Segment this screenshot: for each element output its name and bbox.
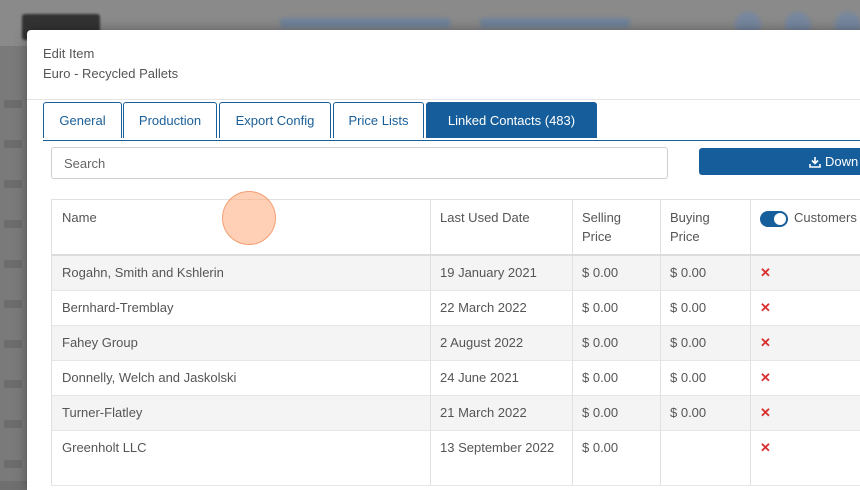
cell-name: Rogahn, Smith and Kshlerin [62,265,224,280]
table-row[interactable]: Turner-Flatley 21 March 2022 $ 0.00 $ 0.00 ✕ [51,396,860,431]
cell-last-used-date: 21 March 2022 [440,405,527,420]
tab-production[interactable]: Production [123,102,217,138]
remove-icon[interactable]: ✕ [750,291,810,324]
edit-item-modal: Edit Item Euro - Recycled Pallets Genera… [27,30,860,490]
header-customers: Customers [750,200,860,254]
background-row [4,380,22,388]
cell-buying-price: $ 0.00 [670,370,707,385]
download-button[interactable]: Down [699,148,860,175]
cell-name: Donnelly, Welch and Jaskolski [62,370,237,385]
remove-icon[interactable]: ✕ [750,361,810,394]
cell-last-used-date: 22 March 2022 [440,300,527,315]
cell-selling-price: $ 0.00 [582,405,619,420]
header-buying-price[interactable]: Buying Price [660,200,740,254]
cell-name: Greenholt LLC [62,440,147,455]
cell-selling-price: $ 0.00 [582,300,619,315]
remove-icon[interactable]: ✕ [750,431,810,464]
table-header: Name Last Used Date Selling Price Buying… [51,200,860,256]
background-row [4,460,22,468]
click-indicator [222,191,276,245]
cell-buying-price: $ 0.00 [670,405,707,420]
cell-selling-price: $ 0.00 [582,335,619,350]
cell-selling-price: $ 0.00 [582,265,619,280]
background-row [4,180,22,188]
cell-name: Fahey Group [62,335,138,350]
cell-buying-price [660,431,750,445]
cell-selling-price: $ 0.00 [582,440,619,455]
table-body: Rogahn, Smith and Kshlerin 19 January 202… [51,256,860,486]
remove-icon[interactable]: ✕ [750,326,810,359]
table-row[interactable]: Donnelly, Welch and Jaskolski 24 June 202… [51,361,860,396]
background-link [280,18,450,28]
cell-last-used-date: 2 August 2022 [440,335,524,350]
tab-general[interactable]: General [43,102,122,138]
table-row[interactable]: Greenholt LLC 13 September 2022 $ 0.00 ✕ [51,431,860,486]
background-row [4,260,22,268]
table-row[interactable]: Rogahn, Smith and Kshlerin 19 January 202… [51,256,860,291]
background-link [480,18,630,28]
search-input[interactable] [51,147,668,179]
customers-toggle[interactable] [760,210,788,227]
cell-buying-price: $ 0.00 [670,300,707,315]
cell-last-used-date: 19 January 2021 [440,265,537,280]
header-selling-price[interactable]: Selling Price [572,200,650,254]
remove-icon[interactable]: ✕ [750,256,810,289]
linked-contacts-table: Name Last Used Date Selling Price Buying… [51,199,860,486]
customers-label: Customers [794,210,857,225]
cell-name: Turner-Flatley [62,405,143,420]
cell-buying-price: $ 0.00 [670,265,707,280]
background-row [4,300,22,308]
background-row [4,340,22,348]
modal-title: Edit Item [43,46,95,61]
tab-price-lists[interactable]: Price Lists [333,102,424,138]
tab-bar: General Production Export Config Price L… [43,102,860,141]
modal-subtitle: Euro - Recycled Pallets [43,66,179,81]
table-row[interactable]: Bernhard-Tremblay 22 March 2022 $ 0.00 $ 0.… [51,291,860,326]
remove-icon[interactable]: ✕ [750,396,810,429]
background-row [4,140,22,148]
cell-last-used-date: 13 September 2022 [440,440,555,455]
cell-selling-price: $ 0.00 [582,370,619,385]
download-label: Down [825,154,859,169]
download-icon [809,156,821,168]
cell-last-used-date: 24 June 2021 [440,370,519,385]
modal-header: Edit Item Euro - Recycled Pallets [27,30,860,100]
background-row [4,220,22,228]
tab-export-config[interactable]: Export Config [219,102,331,138]
cell-buying-price: $ 0.00 [670,335,707,350]
table-row[interactable]: Fahey Group 2 August 2022 $ 0.00 $ 0.00 ✕ [51,326,860,361]
background-row [4,420,22,428]
header-last-used-date[interactable]: Last Used Date [430,200,572,254]
tab-linked-contacts[interactable]: Linked Contacts (483) [426,102,597,138]
background-row [4,100,22,108]
cell-name: Bernhard-Tremblay [62,300,174,315]
